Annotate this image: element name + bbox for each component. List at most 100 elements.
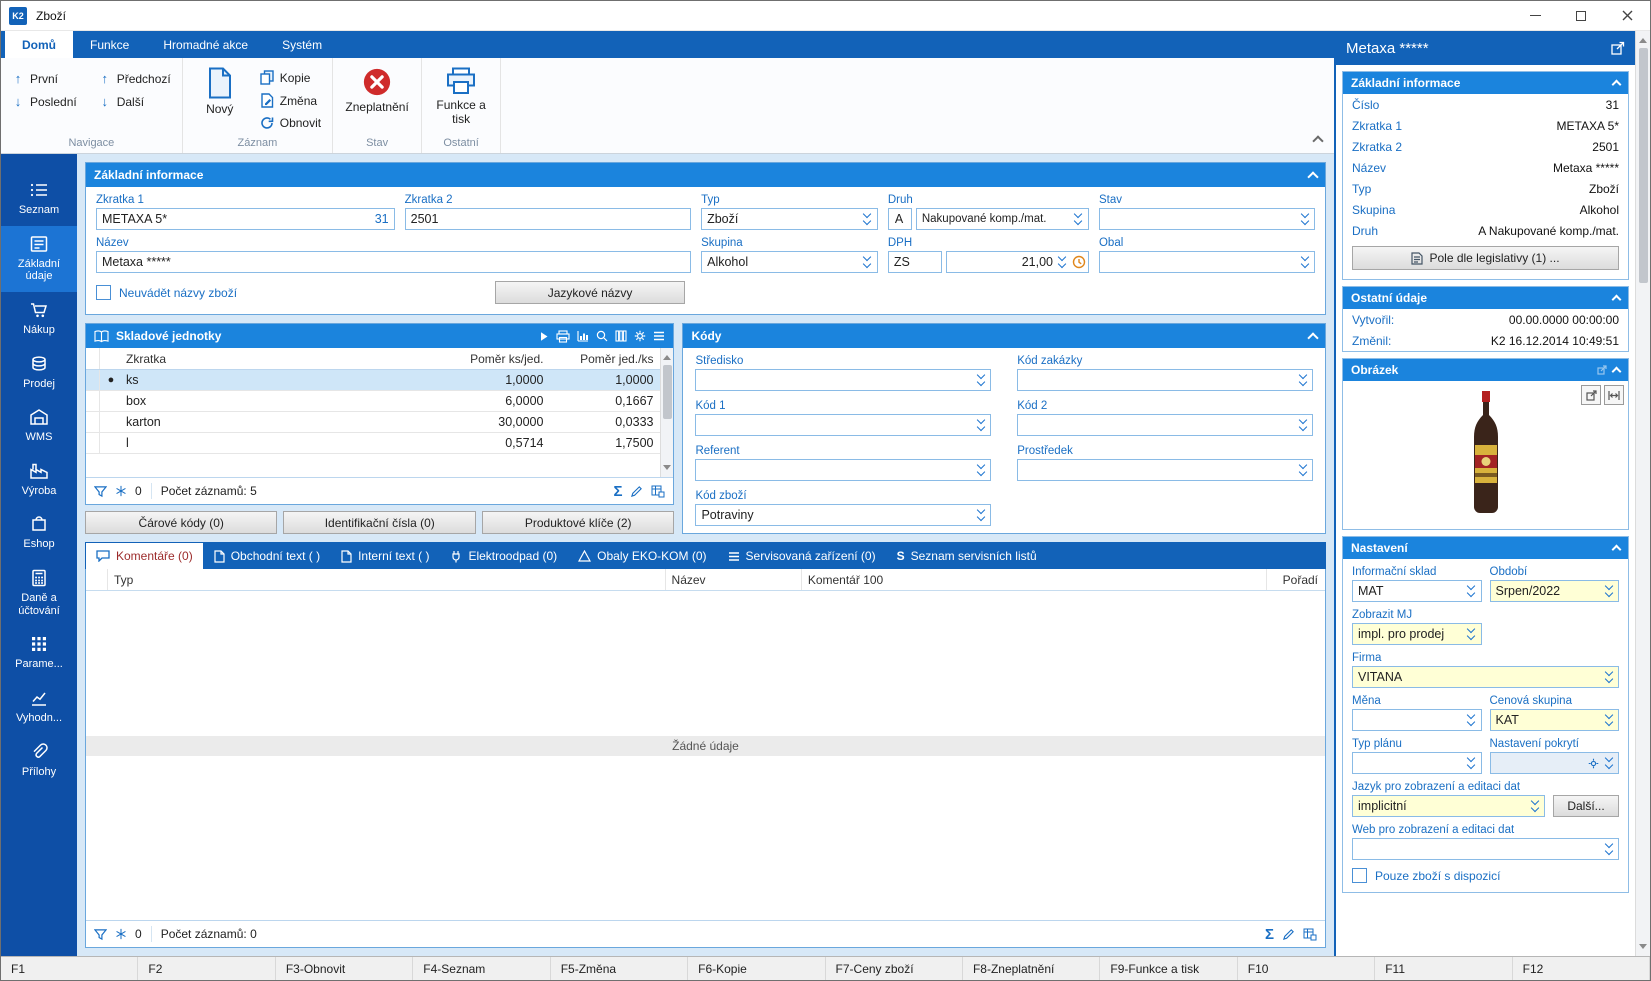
column-header-komentar[interactable]: Komentář 100 — [802, 569, 1267, 590]
fkey-f6[interactable]: F6-Kopie — [688, 957, 825, 980]
pouze-zbozi-checkbox[interactable] — [1352, 868, 1367, 883]
table-settings-icon[interactable] — [651, 484, 665, 498]
fkey-f11[interactable]: F11 — [1375, 957, 1512, 980]
ribbon-tab-hromadne-akce[interactable]: Hromadné akce — [146, 31, 265, 58]
jazykove-nazvy-button[interactable]: Jazykové názvy — [495, 281, 685, 304]
minimize-button[interactable] — [1512, 1, 1558, 30]
fkey-f10[interactable]: F10 — [1238, 957, 1375, 980]
dropdown-icon[interactable] — [1601, 753, 1616, 773]
detach-icon[interactable] — [1597, 365, 1607, 375]
filter-icon[interactable] — [94, 485, 107, 498]
column-header-typ[interactable]: Typ — [108, 569, 666, 590]
dropdown-icon[interactable] — [1295, 415, 1310, 435]
scrollbar-thumb[interactable] — [663, 365, 672, 419]
stredisko-input[interactable] — [695, 369, 991, 391]
table-row[interactable]: ● ks 1,0000 1,0000 — [86, 370, 660, 391]
scrollbar-thumb[interactable] — [1639, 48, 1648, 283]
close-button[interactable] — [1604, 1, 1650, 30]
invalidate-button[interactable]: Zneplatnění — [341, 63, 413, 115]
collapse-icon[interactable] — [1307, 171, 1318, 182]
dropdown-icon[interactable] — [973, 370, 988, 390]
sum-icon[interactable]: Σ — [1265, 926, 1274, 943]
fkey-f1[interactable]: F1 — [1, 957, 138, 980]
tab-elektroodpad[interactable]: Elektroodpad (0) — [440, 543, 567, 569]
nazev-input[interactable]: Metaxa ***** — [96, 251, 691, 273]
kod-zbozi-input[interactable]: Potraviny — [695, 504, 991, 526]
chart-icon[interactable] — [577, 330, 589, 342]
column-header-pomer-jed-ks[interactable]: Poměr jed./ks — [550, 352, 660, 366]
tab-seznam-servisnich-listu[interactable]: S Seznam servisních listů — [887, 543, 1047, 569]
print-icon[interactable] — [556, 330, 570, 343]
referent-input[interactable] — [695, 459, 991, 481]
table-settings-icon[interactable] — [1303, 927, 1317, 941]
kod1-input[interactable] — [695, 414, 991, 436]
gear-icon[interactable] — [1588, 758, 1599, 769]
column-header-zkratka[interactable]: Zkratka — [122, 352, 440, 366]
previous-button[interactable]: ↑Předchozí — [96, 69, 174, 88]
scroll-down-icon[interactable] — [663, 465, 671, 474]
identification-numbers-button[interactable]: Identifikační čísla (0) — [283, 511, 475, 534]
dropdown-icon[interactable] — [1055, 252, 1070, 272]
scroll-up-icon[interactable] — [1639, 34, 1647, 43]
obdobi-input[interactable]: Srpen/2022 — [1490, 580, 1620, 602]
edit-icon[interactable] — [630, 485, 643, 498]
dropdown-icon[interactable] — [1295, 460, 1310, 480]
druh-code-input[interactable]: A — [888, 208, 912, 230]
tab-obchodni-text[interactable]: Obchodní text ( ) — [204, 543, 330, 569]
collapse-icon[interactable] — [1307, 332, 1318, 343]
product-keys-button[interactable]: Produktové klíče (2) — [482, 511, 674, 534]
dropdown-icon[interactable] — [1297, 252, 1312, 272]
sidebar-item-vyhodnoceni[interactable]: Vyhodn... — [1, 680, 77, 734]
open-image-button[interactable] — [1581, 385, 1601, 405]
legislativa-button[interactable]: Pole dle legislativy (1) ... — [1352, 246, 1619, 270]
nastaveni-pokryti-input[interactable] — [1490, 752, 1620, 774]
skupina-input[interactable]: Alkohol — [701, 251, 878, 273]
play-icon[interactable] — [539, 331, 549, 342]
tab-servisovana-zarizeni[interactable]: Servisovaná zařízení (0) — [718, 543, 886, 569]
clock-icon[interactable] — [1072, 255, 1086, 269]
barcodes-button[interactable]: Čárové kódy (0) — [85, 511, 277, 534]
column-header-nazev[interactable]: Název — [666, 569, 802, 590]
druh-input[interactable]: Nakupované komp./mat. — [916, 208, 1089, 230]
sidebar-item-parametry[interactable]: Parame... — [1, 626, 77, 680]
fkey-f5[interactable]: F5-Změna — [551, 957, 688, 980]
tab-komentare[interactable]: Komentáře (0) — [86, 543, 203, 569]
ribbon-tab-domu[interactable]: Domů — [5, 31, 73, 58]
sidebar-item-prilohy[interactable]: Přílohy — [1, 734, 77, 788]
dropdown-icon[interactable] — [1464, 581, 1479, 601]
dropdown-icon[interactable] — [1601, 581, 1616, 601]
collapse-icon[interactable] — [1612, 294, 1622, 304]
columns-icon[interactable] — [615, 330, 627, 342]
mena-input[interactable] — [1352, 709, 1482, 731]
change-button[interactable]: Změna — [257, 91, 324, 110]
ribbon-tab-funkce[interactable]: Funkce — [73, 31, 146, 58]
kod-zakazky-input[interactable] — [1017, 369, 1313, 391]
dph-rate-input[interactable]: 21,00 — [946, 251, 1089, 273]
collapse-icon[interactable] — [1612, 366, 1622, 376]
tab-obaly-eko-kom[interactable]: Obaly EKO-KOM (0) — [568, 543, 716, 569]
informacni-sklad-input[interactable]: MAT — [1352, 580, 1482, 602]
dropdown-icon[interactable] — [1464, 710, 1479, 730]
tab-interni-text[interactable]: Interní text ( ) — [331, 543, 439, 569]
zobrazit-mj-input[interactable]: impl. pro prodej — [1352, 623, 1482, 645]
sidebar-item-vyroba[interactable]: Výroba — [1, 453, 77, 507]
edit-icon[interactable] — [1282, 928, 1295, 941]
scroll-up-icon[interactable] — [663, 351, 671, 360]
vertical-scrollbar[interactable] — [1635, 31, 1650, 956]
neuvadet-nazvy-checkbox[interactable] — [96, 285, 111, 300]
cenova-skupina-input[interactable]: KAT — [1490, 709, 1620, 731]
zkratka2-input[interactable]: 2501 — [405, 208, 691, 230]
sidebar-item-zakladni-udaje[interactable]: Základní údaje — [1, 226, 77, 292]
table-row[interactable]: l 0,5714 1,7500 — [86, 433, 660, 454]
prostredek-input[interactable] — [1017, 459, 1313, 481]
dropdown-icon[interactable] — [1601, 710, 1616, 730]
first-button[interactable]: ↑První — [9, 69, 80, 88]
collapse-icon[interactable] — [1612, 544, 1622, 554]
dropdown-icon[interactable] — [1071, 209, 1086, 229]
sidebar-item-nakup[interactable]: Nákup — [1, 292, 77, 346]
open-in-new-icon[interactable] — [1611, 41, 1625, 55]
web-input[interactable] — [1352, 838, 1619, 860]
sidebar-item-dane-a-uctovani[interactable]: Daně a účtování — [1, 560, 77, 626]
dropdown-icon[interactable] — [860, 209, 875, 229]
dropdown-icon[interactable] — [1464, 753, 1479, 773]
